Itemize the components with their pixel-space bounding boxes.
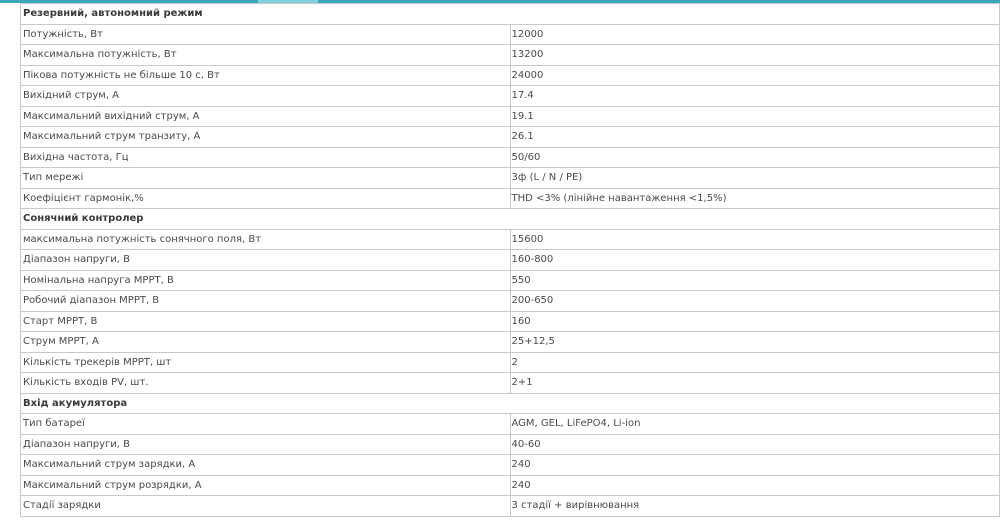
spec-label: Коефіцієнт гармонік,%	[20, 187, 511, 209]
table-row: Стадії зарядки 3 стадії + вирівнювання	[20, 495, 1000, 517]
table-row: максимальна потужність сонячного поля, В…	[20, 228, 1000, 250]
spec-value: 13200	[509, 44, 1000, 66]
table-row: Коефіцієнт гармонік,% THD <3% (лінійне на…	[20, 187, 1000, 209]
spec-label: Вихідний струм, А	[20, 85, 511, 107]
spec-label: Потужність, Вт	[20, 23, 511, 45]
spec-label: Вихідна частота, Гц	[20, 146, 511, 168]
spec-value: 160	[509, 310, 1000, 332]
spec-label: Робочий діапазон МРРТ, В	[20, 290, 511, 312]
spec-value: 3ф (L / N / PE)	[509, 167, 1000, 189]
spec-label: Діапазон напруги, В	[20, 249, 511, 271]
spec-value: AGM, GEL, LiFePO4, Li-ion	[509, 413, 1000, 435]
spec-label: Діапазон напруги, В	[20, 433, 511, 455]
spec-label: Максимальний струм зарядки, А	[20, 454, 511, 476]
table-row: Тип мережі 3ф (L / N / PE)	[20, 167, 1000, 189]
table-row: Вихідна частота, Гц 50/60	[20, 146, 1000, 168]
spec-value: 550	[509, 269, 1000, 291]
table-row: Максимальна потужність, Вт 13200	[20, 44, 1000, 66]
table-row: Максимальний струм зарядки, А 240	[20, 454, 1000, 476]
table-row: Кількість трекерів МРРТ, шт 2	[20, 351, 1000, 373]
spec-value: 26.1	[509, 126, 1000, 148]
table-row: Номінальна напруга МРРТ, В 550	[20, 269, 1000, 291]
section-title: Сонячний контролер	[20, 208, 1000, 230]
spec-value: 200-650	[509, 290, 1000, 312]
table-row: Максимальний вихідний струм, А 19.1	[20, 105, 1000, 127]
table-row: Тип батареї AGM, GEL, LiFePO4, Li-ion	[20, 413, 1000, 435]
section-header-row: Сонячний контролер	[20, 208, 1000, 230]
spec-value: 25+12,5	[509, 331, 1000, 353]
table-row: Вихідний струм, А 17.4	[20, 85, 1000, 107]
spec-label: Максимальний струм транзиту, А	[20, 126, 511, 148]
spec-label: Тип батареї	[20, 413, 511, 435]
spec-value: 15600	[509, 228, 1000, 250]
spec-label: Кількість трекерів МРРТ, шт	[20, 351, 511, 373]
spec-value: 2	[509, 351, 1000, 373]
spec-label: Максимальний струм розрядки, А	[20, 474, 511, 496]
spec-value: 160-800	[509, 249, 1000, 271]
spec-label: Струм МРРТ, А	[20, 331, 511, 353]
spec-value: 17.4	[509, 85, 1000, 107]
spec-value: 2+1	[509, 372, 1000, 394]
spec-label: Старт МРРТ, В	[20, 310, 511, 332]
spec-value: 24000	[509, 64, 1000, 86]
table-row: Діапазон напруги, В 40-60	[20, 433, 1000, 455]
table-row: Потужність, Вт 12000	[20, 23, 1000, 45]
section-title: Резервний, автономний режим	[20, 3, 1000, 25]
section-header-row: Резервний, автономний режим	[20, 3, 1000, 25]
spec-value: 19.1	[509, 105, 1000, 127]
spec-label: максимальна потужність сонячного поля, В…	[20, 228, 511, 250]
table-row: Максимальний струм розрядки, А 240	[20, 474, 1000, 496]
spec-value: 12000	[509, 23, 1000, 45]
spec-label: Пікова потужність не більше 10 с, Вт	[20, 64, 511, 86]
spec-label: Номінальна напруга МРРТ, В	[20, 269, 511, 291]
section-title: Вхід акумулятора	[20, 392, 1000, 414]
spec-label: Кількість входів PV, шт.	[20, 372, 511, 394]
spec-value: 240	[509, 474, 1000, 496]
table-row: Максимальний струм транзиту, А 26.1	[20, 126, 1000, 148]
spec-label: Максимальний вихідний струм, А	[20, 105, 511, 127]
spec-value: 40-60	[509, 433, 1000, 455]
specifications-table: Резервний, автономний режим Потужність, В…	[20, 3, 1000, 517]
table-row: Кількість входів PV, шт. 2+1	[20, 372, 1000, 394]
spec-label: Максимальна потужність, Вт	[20, 44, 511, 66]
spec-label: Тип мережі	[20, 167, 511, 189]
spec-label: Стадії зарядки	[20, 495, 511, 517]
spec-value: 3 стадії + вирівнювання	[509, 495, 1000, 517]
table-row: Діапазон напруги, В 160-800	[20, 249, 1000, 271]
table-row: Старт МРРТ, В 160	[20, 310, 1000, 332]
table-row: Пікова потужність не більше 10 с, Вт 2400…	[20, 64, 1000, 86]
spec-value: 50/60	[509, 146, 1000, 168]
section-header-row: Вхід акумулятора	[20, 392, 1000, 414]
specifications-table-body: Резервний, автономний режим Потужність, В…	[20, 3, 1000, 517]
table-row: Робочий діапазон МРРТ, В 200-650	[20, 290, 1000, 312]
table-row: Струм МРРТ, А 25+12,5	[20, 331, 1000, 353]
spec-value: THD <3% (лінійне навантаження <1,5%)	[509, 187, 1000, 209]
spec-value: 240	[509, 454, 1000, 476]
